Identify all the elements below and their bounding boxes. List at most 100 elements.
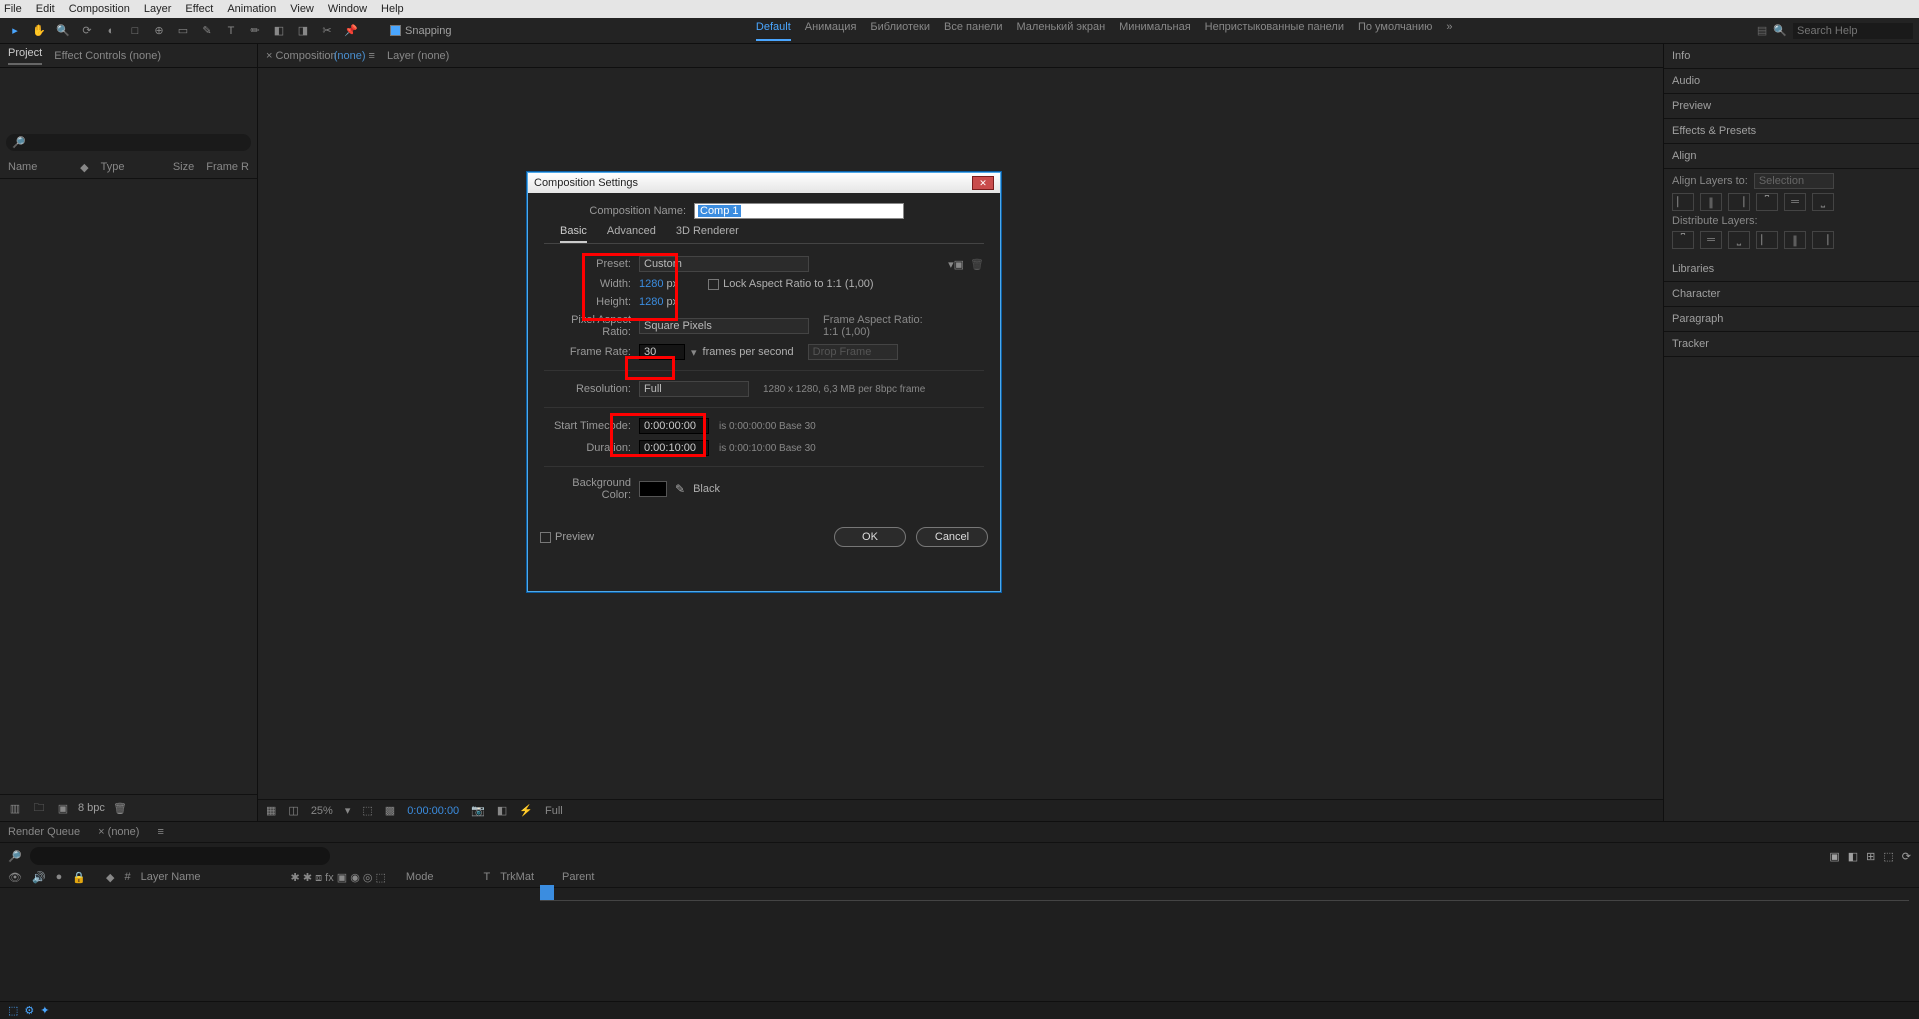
- workspace-default[interactable]: Default: [756, 21, 791, 41]
- snapping-checkbox[interactable]: Snapping: [390, 25, 452, 37]
- eraser-tool-icon[interactable]: ◨: [294, 22, 312, 40]
- info-panel[interactable]: Info: [1664, 44, 1919, 69]
- transparency-icon[interactable]: ▩: [385, 804, 395, 817]
- interpret-icon[interactable]: ▥: [6, 801, 24, 815]
- tl-btn-4[interactable]: ⬚: [1883, 850, 1893, 863]
- menu-layer[interactable]: Layer: [144, 3, 172, 15]
- align-hcenter-button[interactable]: ∥: [1700, 193, 1722, 211]
- preset-trash-icon[interactable]: 🗑: [970, 258, 984, 271]
- timecode-display[interactable]: 0:00:00:00: [407, 805, 459, 817]
- camera-icon[interactable]: 📷: [471, 804, 485, 817]
- project-search-input[interactable]: [26, 137, 245, 149]
- composition-tab[interactable]: × Composition (none) ≡: [266, 50, 375, 62]
- preview-checkbox[interactable]: Preview: [540, 531, 594, 543]
- resolution-select[interactable]: Full: [639, 381, 749, 397]
- tl-t[interactable]: T: [483, 871, 490, 885]
- character-panel[interactable]: Character: [1664, 282, 1919, 307]
- par-select[interactable]: Square Pixels: [639, 318, 809, 334]
- pen-tool-icon[interactable]: ✎: [198, 22, 216, 40]
- region-icon[interactable]: ◧: [497, 804, 507, 817]
- workspace-undocked[interactable]: Непристыкованные панели: [1205, 21, 1344, 41]
- new-comp-icon[interactable]: ▣: [54, 801, 72, 815]
- panel-menu-icon[interactable]: ▤: [1757, 24, 1767, 37]
- libraries-panel[interactable]: Libraries: [1664, 257, 1919, 282]
- ok-button[interactable]: OK: [834, 527, 906, 547]
- align-vcenter-button[interactable]: ═: [1784, 193, 1806, 211]
- res-toggle-icon[interactable]: ▾: [345, 804, 351, 817]
- effect-controls-tab[interactable]: Effect Controls (none): [54, 50, 161, 62]
- workspace-minimal[interactable]: Минимальная: [1119, 21, 1191, 41]
- tl-lock-icon[interactable]: 🔒: [72, 871, 86, 885]
- workspace-all-panels[interactable]: Все панели: [944, 21, 1002, 41]
- workspace-more-icon[interactable]: »: [1446, 21, 1452, 41]
- tl-btn-1[interactable]: ▣: [1829, 850, 1839, 863]
- dialog-titlebar[interactable]: Composition Settings ✕: [528, 173, 1000, 193]
- start-timecode-input[interactable]: [639, 418, 709, 434]
- menu-window[interactable]: Window: [328, 3, 367, 15]
- mask-icon[interactable]: ◫: [288, 804, 298, 817]
- camera-tool-icon[interactable]: □: [126, 22, 144, 40]
- tl-speaker-icon[interactable]: 🔊: [32, 871, 46, 885]
- timeline-search-input[interactable]: [30, 847, 330, 865]
- preset-select[interactable]: Custom: [639, 256, 809, 272]
- timeline-none-tab[interactable]: × (none): [98, 826, 139, 838]
- dist-right-button[interactable]: ⎹: [1812, 231, 1834, 249]
- tl-layer-name[interactable]: Layer Name: [141, 871, 201, 885]
- tracker-panel[interactable]: Tracker: [1664, 332, 1919, 357]
- col-name[interactable]: Name: [8, 161, 68, 174]
- project-tab[interactable]: Project: [8, 47, 42, 65]
- align-to-select[interactable]: Selection: [1754, 173, 1834, 189]
- menu-file[interactable]: File: [4, 3, 22, 15]
- status-icon-2[interactable]: ⚙: [24, 1004, 34, 1017]
- bpc-label[interactable]: 8 bpc: [78, 802, 105, 814]
- zoom-tool-icon[interactable]: 🔍: [54, 22, 72, 40]
- orbit-tool-icon[interactable]: ⟳: [78, 22, 96, 40]
- tl-label-icon[interactable]: ◆: [106, 871, 114, 885]
- text-tool-icon[interactable]: T: [222, 22, 240, 40]
- align-bottom-button[interactable]: ⎵: [1812, 193, 1834, 211]
- zoom-value[interactable]: 25%: [311, 805, 333, 817]
- col-size[interactable]: Size: [173, 161, 194, 174]
- col-label-icon[interactable]: ◆: [80, 161, 88, 174]
- grid-icon[interactable]: ▦: [266, 804, 276, 817]
- rotate-tool-icon[interactable]: ◐: [102, 22, 120, 40]
- width-value[interactable]: 1280: [639, 278, 663, 290]
- col-type[interactable]: Type: [101, 161, 161, 174]
- preset-save-icon[interactable]: ▾▣: [948, 258, 964, 271]
- workspace-animation[interactable]: Анимация: [805, 21, 857, 41]
- preview-panel[interactable]: Preview: [1664, 94, 1919, 119]
- tl-btn-3[interactable]: ⊞: [1866, 850, 1875, 863]
- col-framerate[interactable]: Frame R: [206, 161, 249, 174]
- trash-icon[interactable]: 🗑: [111, 801, 129, 815]
- bgcolor-swatch[interactable]: [639, 481, 667, 497]
- tl-eye-icon[interactable]: 👁: [8, 871, 22, 885]
- tl-btn-2[interactable]: ◧: [1848, 850, 1858, 863]
- framerate-caret-icon[interactable]: ▾: [691, 346, 697, 359]
- roto-tool-icon[interactable]: ✂: [318, 22, 336, 40]
- effects-presets-panel[interactable]: Effects & Presets: [1664, 119, 1919, 144]
- project-search[interactable]: 🔎: [6, 134, 251, 151]
- tl-btn-5[interactable]: ⟳: [1902, 850, 1911, 863]
- tab-basic[interactable]: Basic: [560, 225, 587, 243]
- align-right-button[interactable]: ⎹: [1728, 193, 1750, 211]
- eyedropper-icon[interactable]: ✎: [675, 482, 685, 496]
- timeline-area[interactable]: [0, 888, 1919, 1001]
- dist-bottom-button[interactable]: ⎵: [1728, 231, 1750, 249]
- search-help-input[interactable]: [1793, 23, 1913, 39]
- tab-3d-renderer[interactable]: 3D Renderer: [676, 225, 739, 243]
- dist-hcenter-button[interactable]: ∥: [1784, 231, 1806, 249]
- menu-composition[interactable]: Composition: [69, 3, 130, 15]
- menu-effect[interactable]: Effect: [185, 3, 213, 15]
- puppet-tool-icon[interactable]: 📌: [342, 22, 360, 40]
- height-value[interactable]: 1280: [639, 296, 663, 308]
- workspace-libraries[interactable]: Библиотеки: [870, 21, 930, 41]
- drop-frame-select[interactable]: Drop Frame: [808, 344, 898, 360]
- tl-trkmat[interactable]: TrkMat: [500, 871, 534, 885]
- layer-tab[interactable]: Layer (none): [387, 50, 449, 62]
- menu-view[interactable]: View: [290, 3, 314, 15]
- dist-vcenter-button[interactable]: ═: [1700, 231, 1722, 249]
- align-top-button[interactable]: ⎴: [1756, 193, 1778, 211]
- audio-panel[interactable]: Audio: [1664, 69, 1919, 94]
- align-panel[interactable]: Align: [1664, 144, 1919, 169]
- brush-tool-icon[interactable]: ✏: [246, 22, 264, 40]
